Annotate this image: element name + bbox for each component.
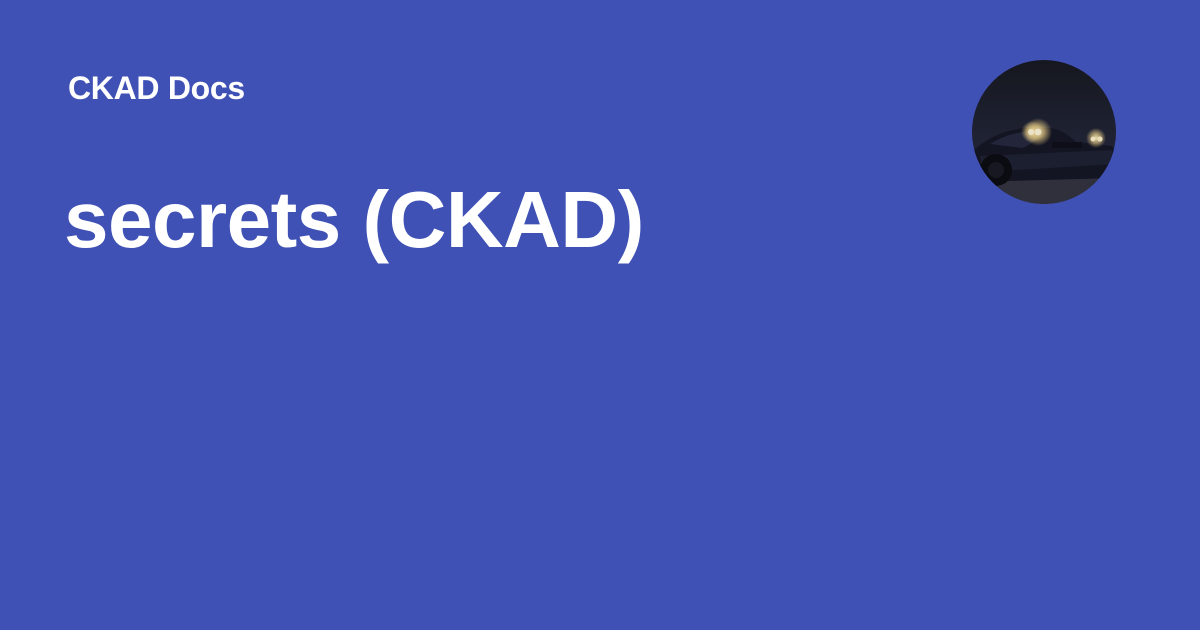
social-card: CKAD Docs secrets (CKAD) bbox=[0, 0, 1200, 630]
site-logo-avatar bbox=[972, 60, 1116, 204]
night-car-photo-icon bbox=[972, 60, 1116, 204]
page-title: secrets (CKAD) bbox=[64, 175, 644, 264]
site-name: CKAD Docs bbox=[68, 70, 245, 106]
